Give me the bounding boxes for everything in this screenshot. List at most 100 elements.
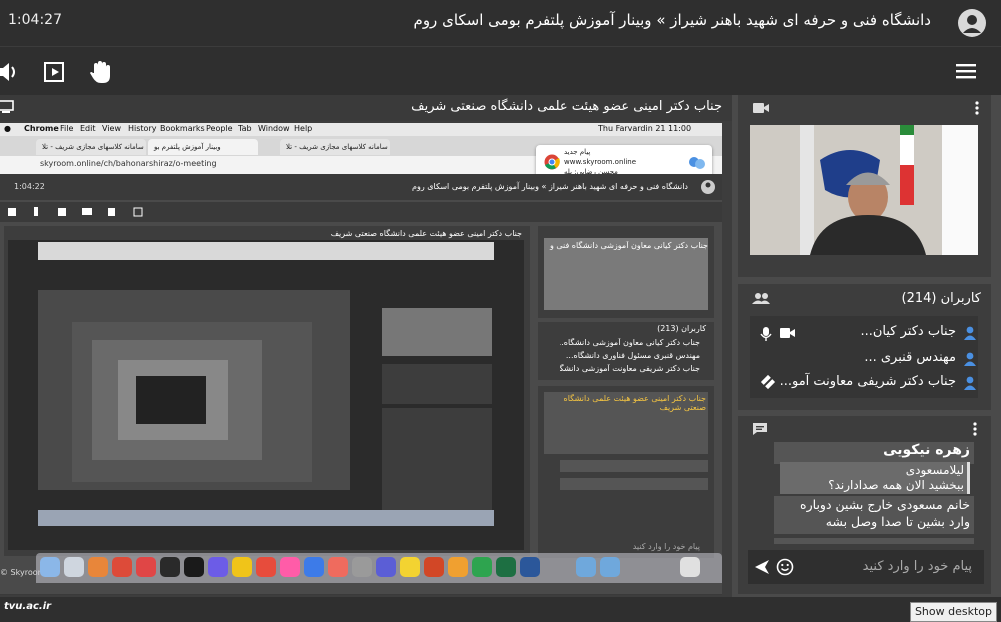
screen-share-panel: جناب دکتر امینی عضو هیئت علمی دانشگاه صن… xyxy=(0,95,732,597)
app-icon xyxy=(400,557,420,577)
calendar-icon xyxy=(256,557,276,577)
app-store-icon xyxy=(304,557,324,577)
mac-menu-item: Help xyxy=(294,124,313,133)
inner-user-row: جناب دکتر کیانی معاون آموزشی دانشگاه... xyxy=(560,338,700,347)
notification-site: www.skyroom.online xyxy=(564,158,637,166)
inner-header: 1:04:22 دانشگاه فنی و حرفه ای شهید باهنر… xyxy=(0,174,722,200)
play-media-icon[interactable] xyxy=(42,59,68,85)
user-icon xyxy=(964,376,976,390)
inner-toolbar xyxy=(0,202,722,222)
activity-monitor-icon xyxy=(160,557,180,577)
inner-video-panel: جناب دکتر کیانی معاون آموزشی دانشگاه فنی… xyxy=(538,226,714,318)
monitor-icon xyxy=(0,100,14,114)
folder-icon xyxy=(600,557,620,577)
firefox-icon xyxy=(88,557,108,577)
inner-user-icon xyxy=(700,179,716,195)
users-list: جناب دکتر کیان... مهندس قنبری ... جناب د… xyxy=(750,316,978,398)
app-icon xyxy=(208,557,228,577)
send-icon[interactable] xyxy=(754,559,770,575)
video-camera-icon xyxy=(780,327,796,339)
inner-user-row: جناب دکتر شریفی معاونت آموزشی دانشگاه اس… xyxy=(560,364,700,373)
word-icon xyxy=(520,557,540,577)
inner-user-row: مهندس قنبری مسئول فناوری دانشگاه... xyxy=(565,351,700,360)
chat-quote-sender: لیلامسعودی xyxy=(905,463,964,477)
inner-skyroom-app: 1:04:22 دانشگاه فنی و حرفه ای شهید باهنر… xyxy=(0,174,722,594)
url-text: skyroom.online/ch/bahonarshiraz/o-meetin… xyxy=(40,159,217,168)
mac-clock: Thu Farvardin 21 11:00 xyxy=(598,124,692,133)
browser-tab: سامانه کلاسهای مجازی شریف - تلا xyxy=(280,139,390,155)
user-row[interactable]: مهندس قنبری ... xyxy=(864,350,956,365)
top-header: 1:04:27 دانشگاه فنی و حرفه ای شهید باهنر… xyxy=(0,0,1001,46)
inner-timer: 1:04:22 xyxy=(14,182,45,191)
nested-screen xyxy=(8,240,524,550)
mac-menu-item: File xyxy=(60,124,74,133)
inner-users-count: کاربران (213) xyxy=(657,324,706,333)
chat-quote-text: ببخشید الان همه صدادارند؟ xyxy=(828,478,964,492)
inner-users-panel: کاربران (213) جناب دکتر کیانی معاون آموز… xyxy=(538,322,714,380)
raise-hand-icon[interactable] xyxy=(88,59,114,85)
chrome-icon xyxy=(112,557,132,577)
video-panel xyxy=(738,95,991,277)
users-panel: کاربران (214) جناب دکتر کیان... مهندس قن… xyxy=(738,284,991,410)
group-icon xyxy=(752,292,770,304)
mute-icon xyxy=(760,374,776,390)
chat-input-bar: پیام خود را وارد کنید xyxy=(748,550,984,584)
app-icon xyxy=(448,557,468,577)
show-desktop-tooltip: Show desktop xyxy=(909,602,997,622)
chat-message: خانم مسعودی خارج بشین دوباره وارد بشین ت… xyxy=(774,496,974,534)
page-title: دانشگاه فنی و حرفه ای شهید باهنر شیراز »… xyxy=(413,11,931,29)
user-icon xyxy=(964,352,976,366)
browser-tab: سامانه کلاسهای مجازی شریف - تلا xyxy=(36,139,146,155)
mac-menu-item: Window xyxy=(258,124,290,133)
skyroom-logo-icon xyxy=(688,154,706,172)
music-icon xyxy=(280,557,300,577)
user-row[interactable]: جناب دکتر شریفی معاونت آمو... xyxy=(780,374,956,389)
chat-panel: زهره نیکویی لیلامسعودی ببخشید الان همه ص… xyxy=(738,416,991,594)
user-row[interactable]: جناب دکتر کیان... xyxy=(860,324,956,339)
powerpoint-icon xyxy=(424,557,444,577)
chat-more-options-icon[interactable] xyxy=(973,422,977,436)
opera-icon xyxy=(136,557,156,577)
inner-chat-input: پیام خود را وارد کنید xyxy=(632,542,700,551)
folder-icon xyxy=(576,557,596,577)
mac-menu-item: History xyxy=(128,124,157,133)
podcasts-icon xyxy=(328,557,348,577)
chat-sender: زهره نیکویی xyxy=(883,442,970,458)
inner-video-caption: جناب دکتر کیانی معاون آموزشی دانشگاه فنی… xyxy=(548,241,708,250)
more-options-icon[interactable] xyxy=(975,101,979,115)
mac-menu-item: Tab xyxy=(238,124,252,133)
microphone-icon xyxy=(760,326,772,342)
mac-menu-item: Chrome xyxy=(24,124,59,133)
browser-tab: وبینار آموزش پلتفرم بو xyxy=(148,139,258,155)
session-timer: 1:04:27 xyxy=(8,12,62,28)
excel-icon xyxy=(496,557,516,577)
inner-share-title: جناب دکتر امینی عضو هیئت علمی دانشگاه صن… xyxy=(330,229,522,238)
notification-title: پیام جدید xyxy=(564,148,591,156)
chat-message-text: خانم مسعودی خارج بشین دوباره وارد بشین ت… xyxy=(800,497,970,529)
chat-message-header: زهره نیکویی xyxy=(774,442,974,464)
mac-menu-item: Bookmarks xyxy=(160,124,205,133)
inner-title: دانشگاه فنی و حرفه ای شهید باهنر شیراز »… xyxy=(412,182,688,191)
speaker-icon[interactable] xyxy=(0,59,22,85)
mac-dock xyxy=(36,553,722,583)
shared-screen: ● Chrome File Edit View History Bookmark… xyxy=(0,123,722,595)
mac-menu-item: Edit xyxy=(80,124,96,133)
menu-hamburger-icon[interactable] xyxy=(956,61,982,87)
share-title: جناب دکتر امینی عضو هیئت علمی دانشگاه صن… xyxy=(411,99,722,114)
user-account-icon[interactable] xyxy=(957,8,987,38)
launchpad-icon xyxy=(64,557,84,577)
trash-icon xyxy=(680,557,700,577)
mac-menu-item: People xyxy=(206,124,233,133)
inner-chat-message: جناب دکتر امینی عضو هیئت علمی دانشگاه صن… xyxy=(544,392,708,454)
participant-video xyxy=(750,125,978,255)
inner-chat-panel: جناب دکتر امینی عضو هیئت علمی دانشگاه صن… xyxy=(538,386,714,558)
footer-bar: tvu.ac.ir xyxy=(0,597,1001,622)
settings-icon xyxy=(352,557,372,577)
chat-icon xyxy=(752,422,768,436)
inner-share-panel: جناب دکتر امینی عضو هیئت علمی دانشگاه صن… xyxy=(4,226,530,556)
chat-quoted-message: لیلامسعودی ببخشید الان همه صدادارند؟ xyxy=(780,462,970,494)
share-header: جناب دکتر امینی عضو هیئت علمی دانشگاه صن… xyxy=(0,95,732,121)
apple-icon: ● xyxy=(4,124,11,133)
chat-input[interactable]: پیام خود را وارد کنید xyxy=(863,559,972,574)
emoji-icon[interactable] xyxy=(776,558,794,576)
